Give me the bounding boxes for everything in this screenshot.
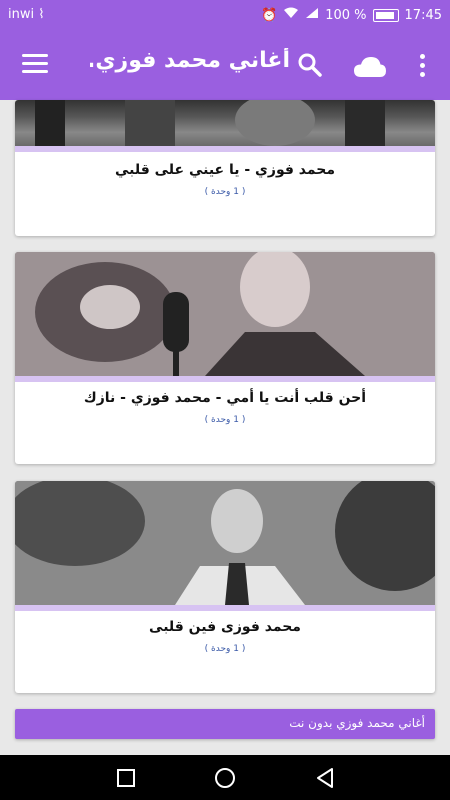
- more-options-icon[interactable]: [418, 54, 426, 78]
- accent-line: [15, 376, 435, 382]
- item-count: ( 1 وحدة ): [204, 187, 246, 197]
- item-title: أحن قلب أنت يا أمي - محمد فوزي - نازك: [83, 390, 367, 406]
- page-title: أغاني محمد فوزي...: [90, 48, 290, 73]
- status-bar: inwi ⌇ ⏰ 100 % 17:45: [0, 0, 450, 30]
- cloud-icon[interactable]: [353, 56, 387, 78]
- system-navigation-bar: [0, 755, 450, 800]
- video-thumbnail: [15, 481, 435, 605]
- list-item[interactable]: محمد فوزى فين قلبى ( 1 وحدة ): [15, 481, 435, 693]
- accent-line: [15, 146, 435, 152]
- carrier-label: inwi: [8, 7, 35, 22]
- wifi-icon: [283, 7, 299, 23]
- alarm-icon: ⏰: [261, 7, 278, 23]
- item-title: محمد فوزي - يا عيني على قلبي: [115, 162, 335, 178]
- battery-percent: 100 %: [325, 7, 367, 23]
- home-icon[interactable]: [214, 767, 236, 789]
- item-count: ( 1 وحدة ): [204, 644, 246, 654]
- item-count: ( 1 وحدة ): [204, 415, 246, 425]
- battery-icon: [372, 8, 399, 22]
- accent-line: [15, 605, 435, 611]
- video-thumbnail: [15, 100, 435, 146]
- usb-icon: ⌇: [38, 7, 45, 22]
- list-item[interactable]: محمد فوزي - يا عيني على قلبي ( 1 وحدة ): [15, 100, 435, 236]
- status-right: ⏰ 100 % 17:45: [261, 7, 442, 23]
- recent-apps-icon[interactable]: [115, 767, 137, 789]
- signal-icon: [305, 7, 319, 23]
- video-thumbnail: [15, 252, 435, 376]
- banner-label: أغاني محمد فوزي بدون نت: [289, 716, 425, 730]
- item-title: محمد فوزى فين قلبى: [149, 619, 301, 635]
- back-icon[interactable]: [314, 767, 336, 789]
- app-bar: أغاني محمد فوزي...: [0, 30, 450, 100]
- list-item[interactable]: أحن قلب أنت يا أمي - محمد فوزي - نازك ( …: [15, 252, 435, 464]
- clock: 17:45: [404, 7, 442, 23]
- search-icon[interactable]: [297, 52, 323, 78]
- status-left: inwi ⌇: [8, 7, 45, 22]
- menu-icon[interactable]: [22, 54, 48, 76]
- offline-banner[interactable]: أغاني محمد فوزي بدون نت: [15, 709, 435, 739]
